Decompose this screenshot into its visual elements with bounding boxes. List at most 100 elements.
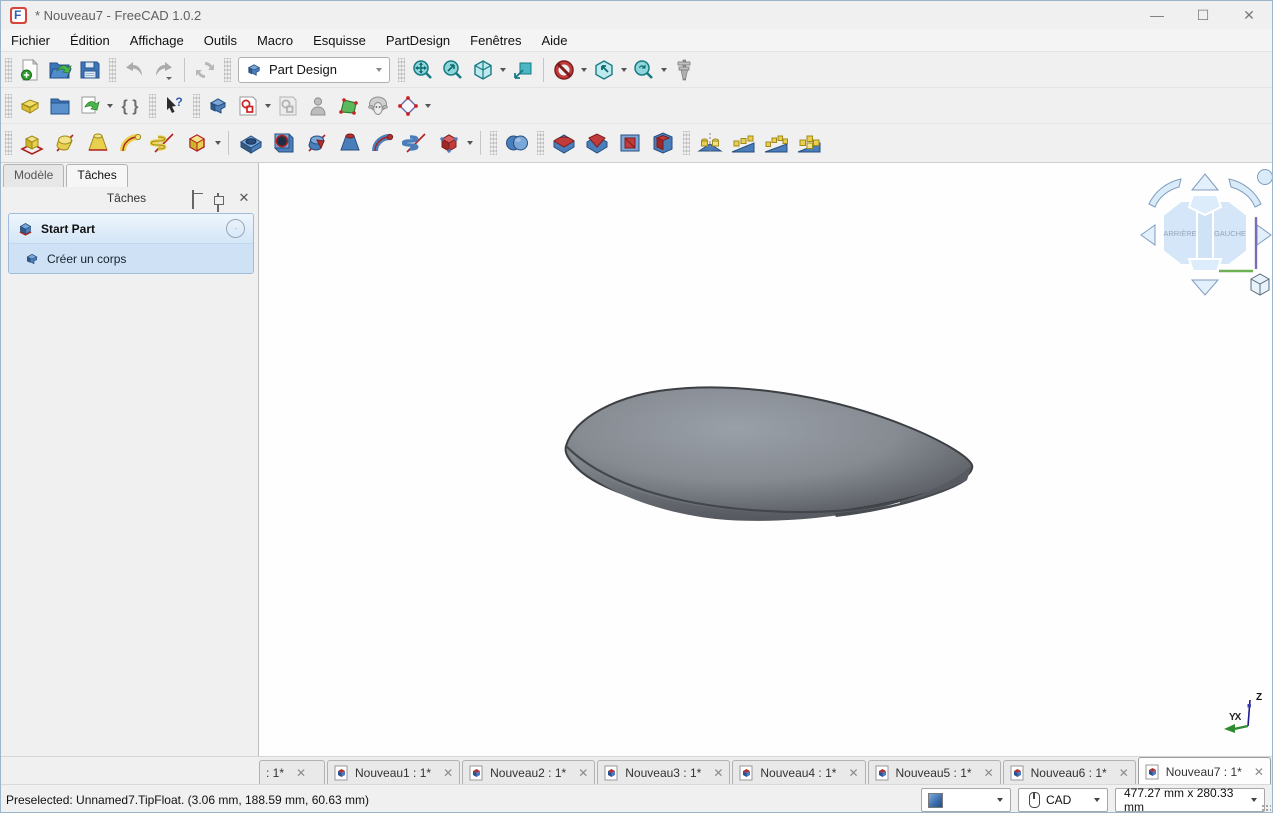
tab-taches[interactable]: Tâches: [66, 164, 127, 187]
menu-aide[interactable]: Aide: [531, 31, 577, 50]
refresh-button[interactable]: [190, 56, 220, 84]
menu-partdesign[interactable]: PartDesign: [376, 31, 460, 50]
document-tab[interactable]: Nouveau4 : 1* ✕: [732, 760, 865, 785]
tab-close-icon[interactable]: ✕: [848, 766, 858, 780]
toolbar-grip[interactable]: [5, 131, 12, 155]
dock-panel-icon[interactable]: [192, 191, 208, 205]
document-tab[interactable]: Nouveau3 : 1* ✕: [597, 760, 730, 785]
zoom-tools-dropdown[interactable]: [659, 56, 669, 84]
edit-sketch-button[interactable]: [273, 92, 303, 120]
toolbar-grip[interactable]: [224, 58, 231, 82]
toolbar-grip[interactable]: [5, 94, 12, 118]
tab-close-icon[interactable]: ✕: [443, 766, 453, 780]
tab-modele[interactable]: Modèle: [3, 164, 64, 187]
menu-outils[interactable]: Outils: [194, 31, 247, 50]
document-tab[interactable]: Nouveau1 : 1* ✕: [327, 760, 460, 785]
subtractive-helix-button[interactable]: [399, 127, 432, 159]
additive-helix-button[interactable]: [147, 127, 180, 159]
menu-fenetres[interactable]: Fenêtres: [460, 31, 531, 50]
workbench-selector[interactable]: Part Design: [238, 57, 390, 83]
subtractive-pipe-button[interactable]: [366, 127, 399, 159]
close-button[interactable]: ✕: [1226, 1, 1272, 29]
tab-close-icon[interactable]: ✕: [1119, 766, 1129, 780]
tab-close-icon[interactable]: ✕: [296, 766, 306, 780]
toolbar-grip[interactable]: [490, 131, 497, 155]
toolbar-grip[interactable]: [193, 94, 200, 118]
collapse-section-button[interactable]: [226, 219, 245, 238]
minimize-button[interactable]: —: [1134, 1, 1180, 29]
maximize-button[interactable]: ☐: [1180, 1, 1226, 29]
chamfer-button[interactable]: [580, 127, 613, 159]
window-resize-grip[interactable]: [1261, 804, 1271, 813]
fit-selection-button[interactable]: [438, 56, 468, 84]
create-datum-button[interactable]: [333, 92, 363, 120]
model-3d-shape[interactable]: [564, 384, 978, 532]
document-tab-overflow[interactable]: : 1* ✕: [259, 760, 325, 785]
document-tab-active[interactable]: Nouveau7 : 1* ✕: [1138, 757, 1271, 785]
polar-pattern-button[interactable]: [759, 127, 792, 159]
measure-button[interactable]: [669, 56, 699, 84]
open-document-button[interactable]: [45, 56, 75, 84]
redo-button[interactable]: [149, 56, 179, 84]
fit-all-button[interactable]: [408, 56, 438, 84]
fillet-button[interactable]: [547, 127, 580, 159]
rotate-view-dropdown[interactable]: [619, 56, 629, 84]
hole-button[interactable]: [267, 127, 300, 159]
rotate-view-button[interactable]: [589, 56, 619, 84]
toolbar-grip[interactable]: [109, 58, 116, 82]
additive-loft-button[interactable]: [81, 127, 114, 159]
document-tab[interactable]: Nouveau2 : 1* ✕: [462, 760, 595, 785]
tab-close-icon[interactable]: ✕: [578, 766, 588, 780]
shape-binder-button[interactable]: [393, 92, 423, 120]
document-tab[interactable]: Nouveau6 : 1* ✕: [1003, 760, 1136, 785]
toolbar-grip[interactable]: [149, 94, 156, 118]
make-link-dropdown[interactable]: [105, 92, 115, 120]
subtractive-loft-button[interactable]: [333, 127, 366, 159]
float-panel-icon[interactable]: [214, 191, 230, 205]
additive-primitive-dropdown[interactable]: [213, 129, 223, 157]
menu-macro[interactable]: Macro: [247, 31, 303, 50]
linear-pattern-button[interactable]: [726, 127, 759, 159]
create-part-button[interactable]: [15, 92, 45, 120]
undo-button[interactable]: [119, 56, 149, 84]
tab-close-icon[interactable]: ✕: [1254, 765, 1264, 779]
revolution-button[interactable]: [48, 127, 81, 159]
axonometric-view-button[interactable]: [468, 56, 498, 84]
menu-edition[interactable]: Édition: [60, 31, 120, 50]
toolbar-grip[interactable]: [683, 131, 690, 155]
multitransform-button[interactable]: [792, 127, 825, 159]
toolbar-grip[interactable]: [398, 58, 405, 82]
create-sketch-button[interactable]: [233, 92, 263, 120]
create-body-task[interactable]: Créer un corps: [9, 244, 253, 273]
menu-affichage[interactable]: Affichage: [120, 31, 194, 50]
additive-primitive-button[interactable]: [180, 127, 213, 159]
create-sketch-dropdown[interactable]: [263, 92, 273, 120]
toolbar-grip[interactable]: [537, 131, 544, 155]
shape-binder-dropdown[interactable]: [423, 92, 433, 120]
draft-button[interactable]: [613, 127, 646, 159]
3d-viewport[interactable]: ARRIÈRE GAUCHE Z YX: [259, 163, 1273, 756]
view-dimensions-selector[interactable]: 477.27 mm x 280.33 mm: [1115, 788, 1265, 812]
tab-close-icon[interactable]: ✕: [713, 766, 723, 780]
boolean-operation-button[interactable]: [500, 127, 533, 159]
render-style-selector[interactable]: [921, 788, 1011, 812]
navigation-cube[interactable]: ARRIÈRE GAUCHE: [1135, 165, 1273, 310]
create-group-button[interactable]: [45, 92, 75, 120]
save-button[interactable]: [75, 56, 105, 84]
tab-close-icon[interactable]: ✕: [984, 766, 994, 780]
whats-this-button[interactable]: ?: [159, 92, 189, 120]
menu-esquisse[interactable]: Esquisse: [303, 31, 376, 50]
mirrored-button[interactable]: [693, 127, 726, 159]
document-tab[interactable]: Nouveau5 : 1* ✕: [868, 760, 1001, 785]
menu-fichier[interactable]: Fichier: [1, 31, 60, 50]
additive-pipe-button[interactable]: [114, 127, 147, 159]
validate-sketch-button[interactable]: [303, 92, 333, 120]
draw-style-dropdown[interactable]: [579, 56, 589, 84]
toolbar-grip[interactable]: [5, 58, 12, 82]
pocket-button[interactable]: [234, 127, 267, 159]
thickness-button[interactable]: [646, 127, 679, 159]
create-clone-button[interactable]: [363, 92, 393, 120]
subtractive-primitive-dropdown[interactable]: [465, 129, 475, 157]
zoom-tools-button[interactable]: [629, 56, 659, 84]
close-panel-icon[interactable]: ✕: [236, 191, 252, 205]
